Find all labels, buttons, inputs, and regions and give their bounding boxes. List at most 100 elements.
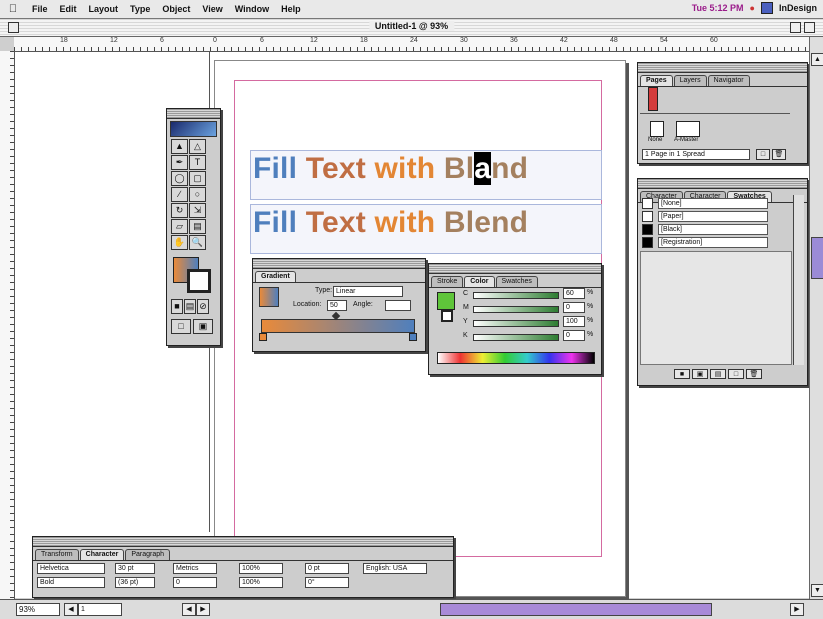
stroke-color-swatch[interactable]	[441, 310, 453, 322]
yellow-slider[interactable]	[473, 320, 559, 327]
selection-tool-icon[interactable]: ▲	[171, 139, 188, 154]
vertical-ruler[interactable]	[0, 51, 15, 599]
menu-window[interactable]: Window	[235, 4, 269, 14]
location-field[interactable]: 50	[327, 300, 347, 311]
swatch-row[interactable]: [Registration]	[640, 236, 790, 248]
direct-selection-tool-icon[interactable]: △	[189, 139, 206, 154]
text-selection[interactable]: a	[474, 152, 492, 185]
pages-palette[interactable]: Pages Layers Navigator None A-Master 1 P…	[637, 62, 808, 164]
ellipse-frame-tool-icon[interactable]: ◯	[171, 171, 188, 186]
magenta-slider[interactable]	[473, 306, 559, 313]
document-title-bar[interactable]: Untitled-1 @ 93%	[0, 19, 823, 37]
character-palette-title-bar[interactable]	[33, 537, 453, 547]
headline-1[interactable]: Fill Text with Bland	[253, 152, 528, 186]
horizontal-scroll-thumb[interactable]	[440, 603, 712, 616]
apply-gradient-icon[interactable]: ▤	[184, 299, 196, 314]
tab-transform[interactable]: Transform	[35, 549, 79, 560]
new-page-icon[interactable]: □	[756, 149, 770, 160]
color-palette-title-bar[interactable]	[429, 264, 601, 274]
gradient-palette[interactable]: Gradient Type: Linear Location: 50 Angle…	[252, 258, 426, 352]
gradient-palette-title-bar[interactable]	[253, 259, 425, 269]
show-gradient-swatches-icon[interactable]: ▤	[710, 369, 726, 379]
zoom-field[interactable]: 93%	[16, 603, 60, 616]
rotate-tool-icon[interactable]: ↻	[171, 203, 188, 218]
tab-color[interactable]: Color	[464, 276, 495, 287]
scroll-right-arrow-icon[interactable]: ▶	[790, 603, 804, 616]
character-palette[interactable]: Transform Character Paragraph Helvetica …	[32, 536, 454, 598]
menu-view[interactable]: View	[202, 4, 222, 14]
font-style-select[interactable]: Bold	[37, 577, 105, 588]
color-palette[interactable]: Stroke Color Swatches C 60 % M 0 % Y 100…	[428, 263, 602, 375]
menu-type[interactable]: Type	[130, 4, 150, 14]
swatches-palette-title-bar[interactable]	[638, 179, 807, 189]
apply-color-icon[interactable]: ■	[171, 299, 183, 314]
rectangle-frame-tool-icon[interactable]: ▢	[189, 171, 206, 186]
swatches-palette[interactable]: Character Character Swatches [None] [Pap…	[637, 178, 808, 386]
swatch-row[interactable]: [Paper]	[640, 210, 790, 222]
type-tool-icon[interactable]: T	[189, 155, 206, 170]
previous-page-arrow-icon[interactable]: ◀	[182, 603, 196, 616]
first-page-arrow-icon[interactable]: ◀	[64, 603, 78, 616]
pen-tool-icon[interactable]: ✒	[171, 155, 188, 170]
tracking-field[interactable]: 0	[173, 577, 217, 588]
font-family-select[interactable]: Helvetica	[37, 563, 105, 574]
color-spectrum-bar[interactable]	[437, 352, 595, 364]
horizontal-scale-field[interactable]: 100%	[239, 577, 283, 588]
vertical-scrollbar[interactable]: ▲ ▼	[809, 37, 823, 599]
horizontal-ruler[interactable]: 18 12 6 0 6 12 18 24 30 36 42 48 54 60	[14, 37, 809, 52]
new-swatch-icon[interactable]: □	[728, 369, 744, 379]
gradient-type-select[interactable]: Linear	[333, 286, 403, 297]
collapse-box-icon[interactable]	[804, 22, 815, 33]
kerning-select[interactable]: Metrics	[173, 563, 217, 574]
gradient-stop-right[interactable]	[409, 333, 417, 341]
cyan-field[interactable]: 60	[563, 288, 585, 299]
apple-menu-icon[interactable]: 	[6, 3, 20, 15]
vertical-scale-field[interactable]: 100%	[239, 563, 283, 574]
scroll-down-arrow-icon[interactable]: ▼	[811, 584, 823, 597]
gradient-stop-left[interactable]	[259, 333, 267, 341]
tab-navigator[interactable]: Navigator	[707, 75, 750, 86]
scale-tool-icon[interactable]: ⇲	[189, 203, 206, 218]
hand-tool-icon[interactable]: ✋	[171, 235, 188, 250]
gradient-tool-icon[interactable]: ▤	[189, 219, 206, 234]
zoom-tool-icon[interactable]: 🔍	[189, 235, 206, 250]
cyan-slider[interactable]	[473, 292, 559, 299]
black-slider[interactable]	[473, 334, 559, 341]
normal-view-icon[interactable]: □	[171, 319, 191, 334]
delete-page-icon[interactable]: 🗑	[772, 149, 786, 160]
tab-swatches[interactable]: Swatches	[495, 276, 538, 287]
show-all-swatches-icon[interactable]: ■	[674, 369, 690, 379]
a-master-icon[interactable]	[676, 121, 700, 137]
swatches-list-area[interactable]	[640, 251, 792, 365]
tab-character[interactable]: Character	[79, 549, 125, 560]
toolbox-palette[interactable]: ▲ △ ✒ T ◯ ▢ ∕ ○ ↻ ⇲ ▱ ▤ ✋ 🔍 ■ ▤ ⊘ □ ▣	[166, 108, 221, 346]
toolbox-title-bar[interactable]	[167, 109, 220, 119]
menu-layout[interactable]: Layout	[89, 4, 119, 14]
scroll-up-arrow-icon[interactable]: ▲	[811, 53, 823, 66]
app-switcher-icon[interactable]	[760, 2, 773, 14]
yellow-field[interactable]: 100	[563, 316, 585, 327]
swatch-row[interactable]: [Black]	[640, 223, 790, 235]
none-master-icon[interactable]	[650, 121, 664, 137]
line-tool-icon[interactable]: ∕	[171, 187, 188, 202]
angle-field[interactable]	[385, 300, 411, 311]
menu-object[interactable]: Object	[162, 4, 190, 14]
magenta-field[interactable]: 0	[563, 302, 585, 313]
shear-tool-icon[interactable]: ▱	[171, 219, 188, 234]
zoom-box-icon[interactable]	[790, 22, 801, 33]
menu-file[interactable]: File	[32, 4, 48, 14]
tab-gradient[interactable]: Gradient	[255, 271, 296, 282]
black-field[interactable]: 0	[563, 330, 585, 341]
close-box-icon[interactable]	[8, 22, 19, 33]
vertical-scroll-thumb[interactable]	[811, 237, 823, 279]
page-number-field[interactable]: 1	[78, 603, 122, 616]
adobe-logo-icon[interactable]	[170, 121, 217, 137]
menu-help[interactable]: Help	[281, 4, 301, 14]
tab-pages[interactable]: Pages	[640, 75, 673, 86]
pages-palette-title-bar[interactable]	[638, 63, 807, 73]
language-select[interactable]: English: USA	[363, 563, 427, 574]
tab-paragraph[interactable]: Paragraph	[125, 549, 171, 560]
gradient-ramp[interactable]	[261, 319, 415, 333]
tab-stroke[interactable]: Stroke	[431, 276, 464, 287]
apply-none-icon[interactable]: ⊘	[197, 299, 209, 314]
